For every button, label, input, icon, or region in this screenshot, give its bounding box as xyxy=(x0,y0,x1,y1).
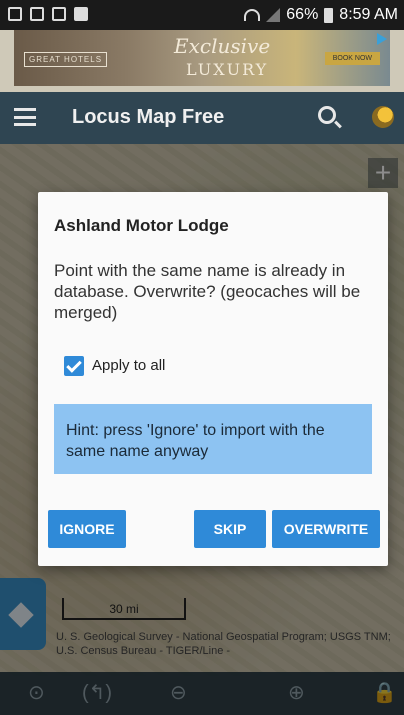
clock: 8:59 AM xyxy=(339,6,398,23)
ad-choices-icon[interactable] xyxy=(377,33,387,45)
status-bar: 66% 8:59 AM xyxy=(0,0,404,30)
apply-to-all-label[interactable]: Apply to all xyxy=(92,357,165,374)
app-title: Locus Map Free xyxy=(72,106,225,128)
ad-subheadline: LUXURY xyxy=(186,60,269,79)
dialog-message: Point with the same name is already in d… xyxy=(54,261,361,322)
wifi-icon xyxy=(244,9,261,21)
hint-box: Hint: press 'Ignore' to import with the … xyxy=(54,404,372,474)
app-bar: Locus Map Free xyxy=(0,92,404,144)
skip-button[interactable]: SKIP xyxy=(194,510,266,548)
receipt-icon xyxy=(52,7,66,21)
image-icon xyxy=(8,7,22,21)
ad-headline: Exclusive xyxy=(174,34,271,58)
apply-to-all-checkbox[interactable] xyxy=(64,356,84,376)
ad-banner[interactable]: GREAT HOTELS Exclusive LUXURY BOOK NOW xyxy=(14,30,390,86)
ignore-button[interactable]: IGNORE xyxy=(48,510,126,548)
facebook-icon xyxy=(74,7,88,21)
overwrite-dialog: Ashland Motor Lodge Point with the same … xyxy=(38,192,388,566)
menu-icon[interactable] xyxy=(14,108,36,126)
voicemail-icon xyxy=(30,7,44,21)
overwrite-button[interactable]: OVERWRITE xyxy=(272,510,380,548)
ad-cta-button[interactable]: BOOK NOW xyxy=(324,52,380,65)
battery-icon xyxy=(324,7,334,23)
battery-percent: 66% xyxy=(286,6,319,23)
signal-icon xyxy=(266,8,281,22)
ad-brand: GREAT HOTELS xyxy=(24,52,108,67)
dialog-title: Ashland Motor Lodge xyxy=(54,216,229,235)
search-icon[interactable] xyxy=(318,106,336,124)
satellite-icon[interactable] xyxy=(372,106,394,128)
